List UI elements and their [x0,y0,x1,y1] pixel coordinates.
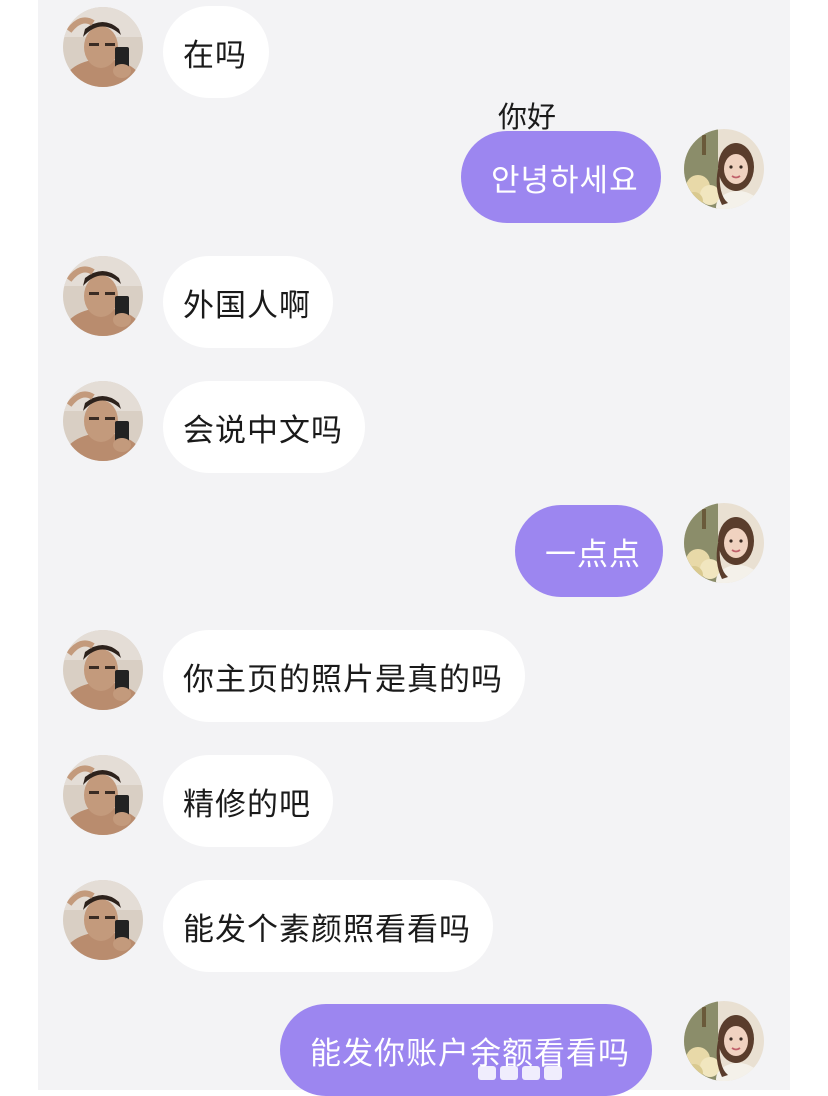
my-avatar-icon[interactable] [684,129,764,209]
message-text: 外国人啊 [183,287,311,324]
contact-avatar-icon[interactable] [63,880,143,960]
translation-label: 你好 [498,100,557,134]
message-text: 能发个素颜照看看吗 [183,911,471,948]
message-text: 你主页的照片是真的吗 [183,661,503,698]
message-text: 一点点 [545,536,641,573]
message-text: 能发你账户余额看看吗 [310,1035,630,1072]
incoming-message-bubble[interactable]: 在吗 [163,6,269,98]
contact-avatar-icon[interactable] [63,755,143,835]
message-text: 精修的吧 [183,786,311,823]
outgoing-message-bubble[interactable]: 一点点 [515,505,663,597]
incoming-message-bubble[interactable]: 精修的吧 [163,755,333,847]
my-avatar-icon[interactable] [684,503,764,583]
message-text: 在吗 [183,37,247,74]
my-avatar-icon[interactable] [684,1001,764,1081]
contact-avatar-icon[interactable] [63,381,143,461]
message-text: 会说中文吗 [183,412,343,449]
message-text: 안녕하세요 [491,162,639,199]
incoming-message-bubble[interactable]: 能发个素颜照看看吗 [163,880,493,972]
incoming-message-bubble[interactable]: 外国人啊 [163,256,333,348]
incoming-message-bubble[interactable]: 会说中文吗 [163,381,365,473]
outgoing-message-bubble[interactable]: 안녕하세요 [461,131,661,223]
contact-avatar-icon[interactable] [63,630,143,710]
chat-thread[interactable]: 在吗 你好 안녕하세요 外国人啊 会说中文吗 一点点 你主页的照片是真的吗 精修… [38,0,790,1096]
incoming-message-bubble[interactable]: 你主页的照片是真的吗 [163,630,525,722]
contact-avatar-icon[interactable] [63,7,143,87]
contact-avatar-icon[interactable] [63,256,143,336]
outgoing-message-bubble[interactable]: 能发你账户余额看看吗 [280,1004,652,1096]
watermark-overlay [478,1062,566,1084]
